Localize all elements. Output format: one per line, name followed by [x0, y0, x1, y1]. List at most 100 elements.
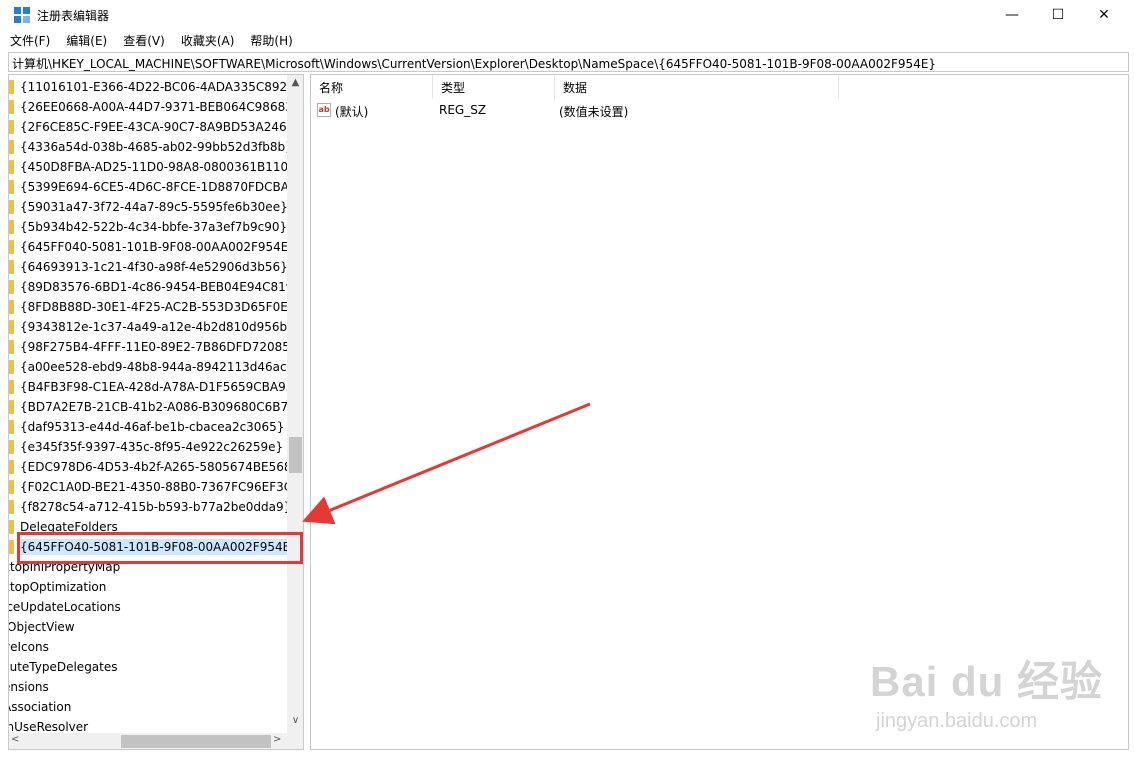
- tree-item[interactable]: {f8278c54-a712-415b-b593-b77a2be0dda9}: [9, 497, 287, 517]
- scroll-up-icon[interactable]: ▲: [287, 77, 303, 91]
- tree-item[interactable]: {8FD8B88D-30E1-4F25-AC2B-553D3D65F0EA}: [9, 297, 287, 317]
- folder-icon: [9, 120, 14, 134]
- tree-item[interactable]: cuteTypeDelegates: [9, 657, 281, 677]
- tree-item[interactable]: {11016101-E366-4D22-BC06-4ADA335C892B}: [9, 77, 287, 97]
- tree-item[interactable]: {59031a47-3f72-44a7-89c5-5595fe6b30ee}: [9, 197, 287, 217]
- address-bar[interactable]: 计算机\HKEY_LOCAL_MACHINE\SOFTWARE\Microsof…: [8, 52, 1129, 72]
- maximize-button[interactable]: ☐: [1035, 0, 1081, 30]
- tree-item[interactable]: {98F275B4-4FFF-11E0-89E2-7B86DFD72085}: [9, 337, 287, 357]
- folder-icon: [9, 180, 14, 194]
- tree-item-label: {4336a54d-038b-4685-ab02-99bb52d3fb8b}: [20, 140, 287, 154]
- tree-item-label: {B4FB3F98-C1EA-428d-A78A-D1F5659CBA93}: [20, 380, 287, 394]
- folder-icon: [9, 340, 14, 354]
- tree-item-label: {EDC978D6-4D53-4b2f-A265-5805674BE568}: [20, 460, 287, 474]
- tree-item-label: {645FF040-5081-101B-9F08-00AA002F954E}: [20, 240, 287, 254]
- tree-item-label: {9343812e-1c37-4a49-a12e-4b2d810d956b}: [20, 320, 287, 334]
- tree-item[interactable]: {64693913-1c21-4f30-a98f-4e52906d3b56}: [9, 257, 287, 277]
- key-tree-list: {11016101-E366-4D22-BC06-4ADA335C892B} {2…: [9, 75, 287, 733]
- close-icon: ✕: [1098, 7, 1110, 23]
- tree-horizontal-scrollbar[interactable]: < >: [9, 733, 287, 749]
- tree-item-label: {11016101-E366-4D22-BC06-4ADA335C892B}: [20, 80, 287, 94]
- tree-item-label: {59031a47-3f72-44a7-89c5-5595fe6b30ee}: [20, 200, 287, 214]
- column-header-name[interactable]: 名称: [311, 75, 433, 99]
- watermark-logo: Bai du 经验: [870, 658, 1104, 705]
- tree-item-label: iceUpdateLocations: [9, 600, 121, 614]
- tree-item[interactable]: InUseResolver: [9, 717, 281, 733]
- value-data: (数值未设置): [559, 105, 629, 119]
- tree-item[interactable]: {89D83576-6BD1-4c86-9454-BEB04E94C819}: [9, 277, 287, 297]
- scroll-down-icon[interactable]: ∨: [287, 715, 303, 729]
- tree-item-label: {F02C1A0D-BE21-4350-88B0-7367FC96EF3C}: [20, 480, 287, 494]
- scrollbar-corner: [287, 733, 303, 749]
- tree-item[interactable]: {B4FB3F98-C1EA-428d-A78A-D1F5659CBA93}: [9, 377, 287, 397]
- folder-icon: [9, 400, 14, 414]
- folder-icon: [9, 200, 14, 214]
- tree-item-label: cuteTypeDelegates: [9, 660, 118, 674]
- key-tree-pane[interactable]: {11016101-E366-4D22-BC06-4ADA335C892B} {2…: [8, 74, 304, 750]
- column-header-data[interactable]: 数据: [555, 75, 839, 99]
- tree-item[interactable]: {645FF040-5081-101B-9F08-00AA002F954E}: [9, 237, 287, 257]
- tree-item[interactable]: {EDC978D6-4D53-4b2f-A265-5805674BE568}: [9, 457, 287, 477]
- menu-view[interactable]: 查看(V): [121, 32, 167, 49]
- column-header-type[interactable]: 类型: [433, 75, 555, 99]
- tree-item-label: {5399E694-6CE5-4D6C-8FCE-1D8870FDCBA0}: [20, 180, 287, 194]
- folder-icon: [9, 280, 14, 294]
- tree-item-label: {8FD8B88D-30E1-4F25-AC2B-553D3D65F0EA}: [20, 300, 287, 314]
- baidu-jingyan-watermark: Bai du 经验 jingyan.baidu.com: [870, 636, 1120, 746]
- tree-item[interactable]: ktopOptimization: [9, 577, 281, 597]
- tree-item[interactable]: iceUpdateLocations: [9, 597, 281, 617]
- tree-item[interactable]: :ObjectView: [9, 617, 281, 637]
- maximize-icon: ☐: [1051, 7, 1065, 23]
- tree-item-label: {5b934b42-522b-4c34-bbfe-37a3ef7b9c90}: [20, 220, 287, 234]
- folder-icon: [9, 540, 14, 554]
- tree-vertical-scrollbar[interactable]: ▲ ∨: [287, 75, 303, 733]
- scroll-left-icon[interactable]: <: [11, 734, 19, 745]
- folder-icon: [9, 520, 14, 534]
- folder-icon: [9, 420, 14, 434]
- folder-icon: [9, 320, 14, 334]
- folder-icon: [9, 440, 14, 454]
- tree-vertical-scroll-thumb[interactable]: [289, 437, 302, 473]
- tree-item[interactable]: Association: [9, 697, 281, 717]
- folder-icon: [9, 480, 14, 494]
- value-name: (默认): [335, 105, 369, 119]
- tree-item[interactable]: {F02C1A0D-BE21-4350-88B0-7367FC96EF3C}: [9, 477, 287, 497]
- tree-item[interactable]: veIcons: [9, 637, 281, 657]
- menu-help[interactable]: 帮助(H): [248, 32, 294, 49]
- tree-item[interactable]: {26EE0668-A00A-44D7-9371-BEB064C98683}: [9, 97, 287, 117]
- minimize-icon: —: [1005, 7, 1019, 23]
- folder-icon: [9, 80, 14, 94]
- tree-item-label: {a00ee528-ebd9-48b8-944a-8942113d46ac}: [20, 360, 287, 374]
- menu-favorites[interactable]: 收藏夹(A): [179, 32, 237, 49]
- tree-item[interactable]: {9343812e-1c37-4a49-a12e-4b2d810d956b}: [9, 317, 287, 337]
- folder-icon: [9, 140, 14, 154]
- tree-item[interactable]: {5399E694-6CE5-4D6C-8FCE-1D8870FDCBA0}: [9, 177, 287, 197]
- tree-item-label: {450D8FBA-AD25-11D0-98A8-0800361B1103}: [20, 160, 287, 174]
- tree-item[interactable]: {2F6CE85C-F9EE-43CA-90C7-8A9BD53A2467}: [9, 117, 287, 137]
- tree-item-label: :ObjectView: [9, 620, 75, 634]
- tree-item-label: ktopOptimization: [9, 580, 107, 594]
- minimize-button[interactable]: —: [989, 0, 1035, 30]
- close-button[interactable]: ✕: [1081, 0, 1127, 30]
- tree-item[interactable]: {4336a54d-038b-4685-ab02-99bb52d3fb8b}: [9, 137, 287, 157]
- value-row[interactable]: ab (默认) REG_SZ (数值未设置): [311, 101, 1128, 121]
- folder-icon: [9, 260, 14, 274]
- tree-item[interactable]: {e345f35f-9397-435c-8f95-4e922c26259e}: [9, 437, 287, 457]
- value-type: REG_SZ: [439, 103, 487, 117]
- tree-horizontal-scroll-thumb[interactable]: [121, 735, 271, 748]
- folder-icon: [9, 100, 14, 114]
- tree-item[interactable]: {5b934b42-522b-4c34-bbfe-37a3ef7b9c90}: [9, 217, 287, 237]
- watermark-url: jingyan.baidu.com: [876, 710, 1038, 732]
- tree-item[interactable]: {BD7A2E7B-21CB-41b2-A086-B309680C6B7E}: [9, 397, 287, 417]
- title-bar[interactable]: 注册表编辑器 — ☐ ✕: [0, 0, 1135, 30]
- tree-item[interactable]: ensions: [9, 677, 281, 697]
- menu-edit[interactable]: 编辑(E): [64, 32, 109, 49]
- tree-item-label: {64693913-1c21-4f30-a98f-4e52906d3b56}: [20, 260, 287, 274]
- scroll-right-icon[interactable]: >: [273, 734, 281, 745]
- tree-item[interactable]: {daf95313-e44d-46af-be1b-cbacea2c3065}: [9, 417, 287, 437]
- menu-file[interactable]: 文件(F): [8, 32, 52, 49]
- tree-item[interactable]: {a00ee528-ebd9-48b8-944a-8942113d46ac}: [9, 357, 287, 377]
- tree-item[interactable]: {450D8FBA-AD25-11D0-98A8-0800361B1103}: [9, 157, 287, 177]
- ab-string-icon: ab: [317, 103, 331, 117]
- folder-icon: [9, 360, 14, 374]
